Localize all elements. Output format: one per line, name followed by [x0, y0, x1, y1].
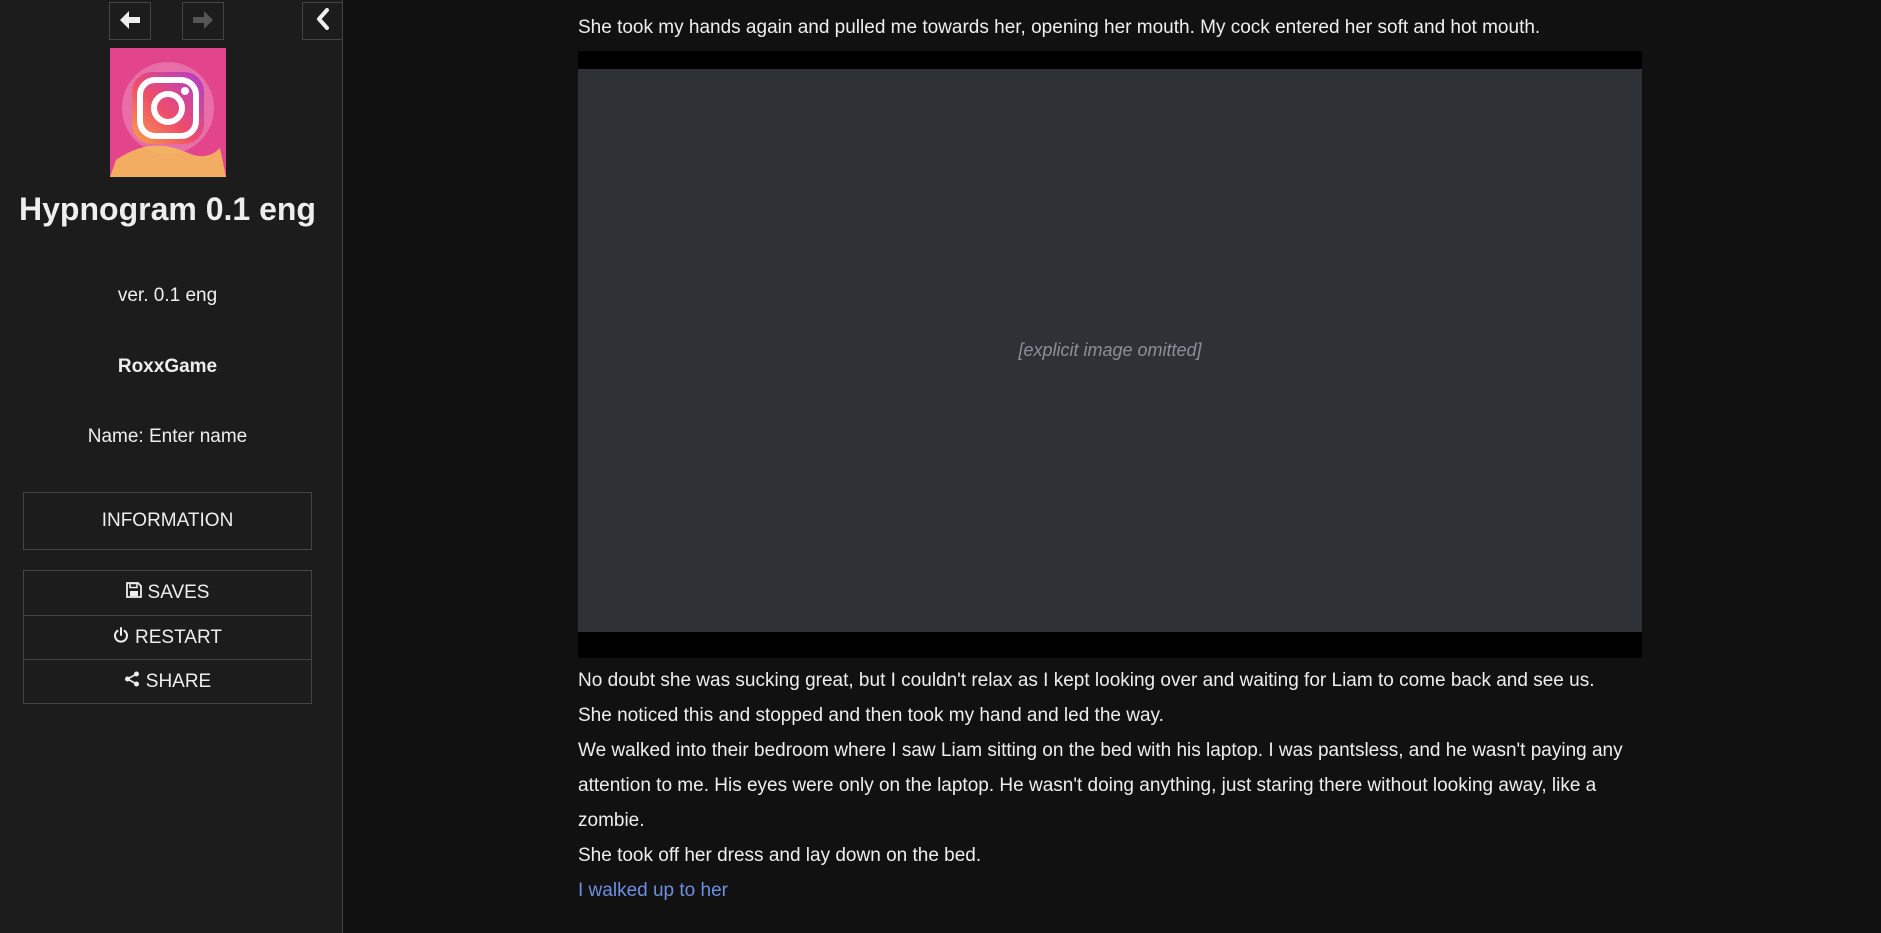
scene-image-placeholder: [explicit image omitted] [578, 69, 1642, 632]
sidebar-menu: SAVES RESTART SHARE [23, 570, 312, 704]
player-name-link[interactable]: Enter name [149, 426, 247, 447]
information-box: INFORMATION [23, 492, 312, 550]
share-icon [124, 671, 140, 693]
instagram-logo-icon [110, 48, 226, 177]
player-name-label: Name: [87, 426, 144, 447]
power-icon [113, 626, 129, 649]
sidebar: Hypnogram 0.1 eng ver. 0.1 eng RoxxGame … [0, 0, 343, 933]
arrow-right-icon [192, 5, 214, 37]
floppy-disk-icon [125, 582, 142, 604]
history-forward-button[interactable] [182, 2, 224, 40]
information-label: INFORMATION [101, 510, 234, 531]
passage-paragraph: She took off her dress and lay down on t… [578, 845, 982, 866]
passage-intro-text: She took my hands again and pulled me to… [578, 17, 1541, 38]
passage-paragraph: She noticed this and stopped and then to… [578, 705, 1164, 726]
information-button[interactable]: INFORMATION [24, 493, 311, 549]
passage-paragraph: No doubt she was sucking great, but I co… [578, 670, 1595, 691]
story-title: Hypnogram 0.1 eng [19, 191, 316, 227]
history-back-button[interactable] [109, 2, 151, 40]
saves-label: SAVES [147, 582, 210, 603]
scene-image: [explicit image omitted] [578, 51, 1642, 658]
player-name-row: Name: Enter name [0, 426, 335, 448]
restart-label: RESTART [135, 626, 222, 648]
saves-button[interactable]: SAVES [24, 571, 311, 615]
passage-paragraph: We walked into their bedroom where I saw… [578, 740, 1623, 831]
story-banner-image [110, 48, 226, 177]
restart-button[interactable]: RESTART [24, 615, 311, 659]
passage-content: She took my hands again and pulled me to… [578, 10, 1653, 908]
share-button[interactable]: SHARE [24, 659, 311, 703]
chevron-left-icon [315, 5, 331, 37]
arrow-left-icon [119, 5, 141, 37]
story-author: RoxxGame [117, 356, 218, 377]
sidebar-toggle-button[interactable] [302, 2, 343, 40]
story-version: ver. 0.1 eng [117, 285, 218, 306]
continue-link[interactable]: I walked up to her [578, 880, 728, 901]
share-label: SHARE [145, 670, 212, 692]
